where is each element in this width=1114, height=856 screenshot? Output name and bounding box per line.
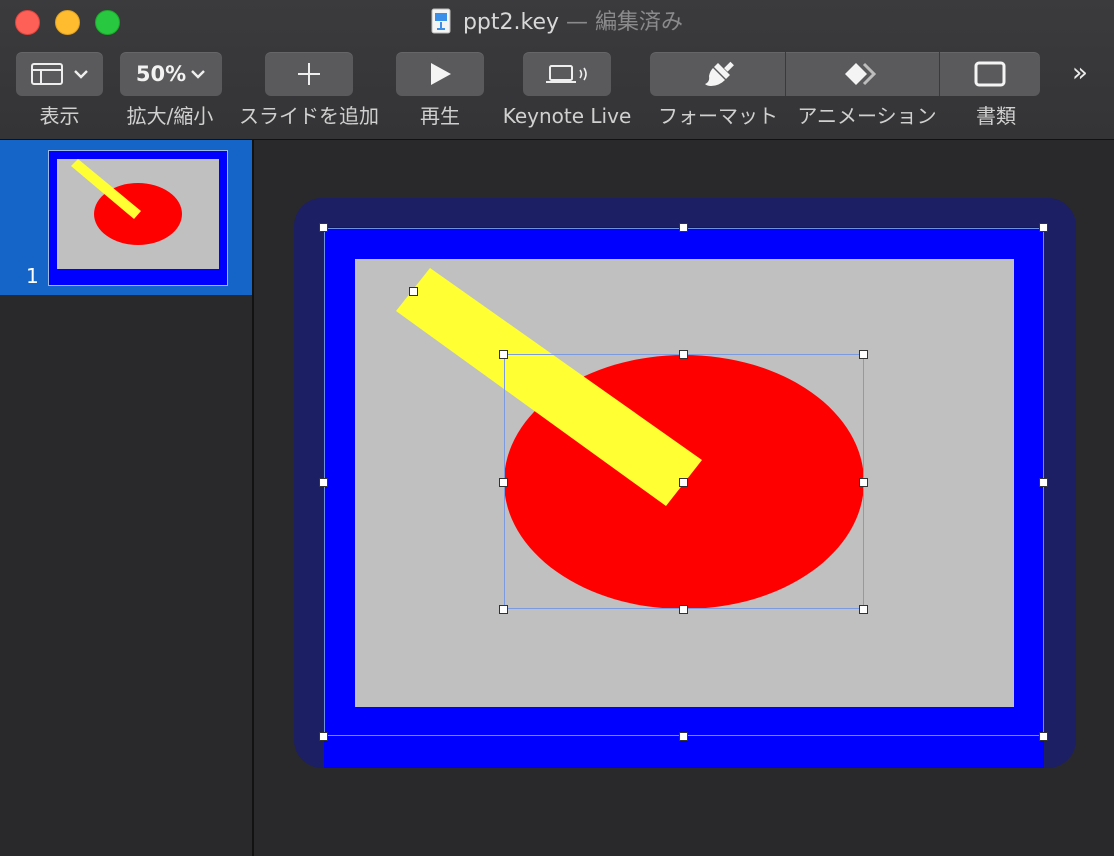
resize-handle[interactable] <box>859 350 868 359</box>
document-inspector-icon <box>974 61 1006 87</box>
play-label: 再生 <box>420 104 460 128</box>
resize-handle[interactable] <box>409 287 418 296</box>
add-slide-button[interactable] <box>265 52 353 96</box>
play-icon <box>431 63 451 85</box>
resize-handle[interactable] <box>319 223 328 232</box>
slide-canvas <box>254 140 1114 856</box>
chevron-down-icon <box>191 70 205 79</box>
slide-thumbnail-row[interactable]: 1 <box>0 140 252 295</box>
document-button[interactable] <box>940 52 1040 96</box>
edited-status: — 編集済み <box>559 10 684 35</box>
zoom-value: 50% <box>135 62 187 86</box>
slide-navigator: 1 <box>0 140 254 856</box>
play-button[interactable] <box>396 52 484 96</box>
resize-handle[interactable] <box>1039 223 1048 232</box>
resize-handle[interactable] <box>499 478 508 487</box>
slide-thumbnail[interactable] <box>48 150 228 286</box>
sidebar-layout-icon <box>30 63 63 85</box>
document-filename: ppt2.key <box>462 10 560 35</box>
format-label: フォーマット <box>658 104 778 128</box>
resize-handle[interactable] <box>499 350 508 359</box>
keynote-live-label: Keynote Live <box>502 104 632 128</box>
diamond-animation-icon <box>844 62 876 86</box>
resize-handle[interactable] <box>859 605 868 614</box>
resize-handle[interactable] <box>319 478 328 487</box>
resize-handle[interactable] <box>679 350 688 359</box>
resize-handle[interactable] <box>1039 732 1048 741</box>
window-title: ppt2.key — 編集済み <box>0 8 1114 38</box>
keynote-window: ppt2.key — 編集済み 表示 50% 拡大/縮小 スライドを追加 再生 … <box>0 0 1114 856</box>
resize-handle[interactable] <box>499 605 508 614</box>
laptop-broadcast-icon <box>546 65 587 83</box>
zoom-label: 拡大/縮小 <box>126 104 214 128</box>
format-button[interactable] <box>650 52 786 96</box>
resize-handle[interactable] <box>679 223 688 232</box>
slide-number: 1 <box>26 264 39 288</box>
keynote-document-icon <box>431 8 451 34</box>
animate-button[interactable] <box>786 52 939 96</box>
title-toolbar-area: ppt2.key — 編集済み 表示 50% 拡大/縮小 スライドを追加 再生 … <box>0 0 1114 140</box>
add-slide-label: スライドを追加 <box>239 104 379 128</box>
zoom-button[interactable]: 50% <box>120 52 222 96</box>
paintbrush-icon <box>705 61 734 86</box>
resize-handle[interactable] <box>679 605 688 614</box>
resize-handle[interactable] <box>1039 478 1048 487</box>
resize-handle[interactable] <box>859 478 868 487</box>
keynote-live-button[interactable] <box>523 52 611 96</box>
chevron-down-icon <box>73 70 88 79</box>
view-button[interactable] <box>16 52 103 96</box>
resize-handle[interactable] <box>319 732 328 741</box>
resize-handle[interactable] <box>679 732 688 741</box>
resize-handle[interactable] <box>679 478 688 487</box>
animate-label: アニメーション <box>797 104 937 128</box>
document-label: 書類 <box>976 104 1016 128</box>
plus-icon <box>298 63 320 85</box>
view-label: 表示 <box>39 104 80 128</box>
toolbar-overflow-button[interactable]: » <box>1072 58 1088 88</box>
